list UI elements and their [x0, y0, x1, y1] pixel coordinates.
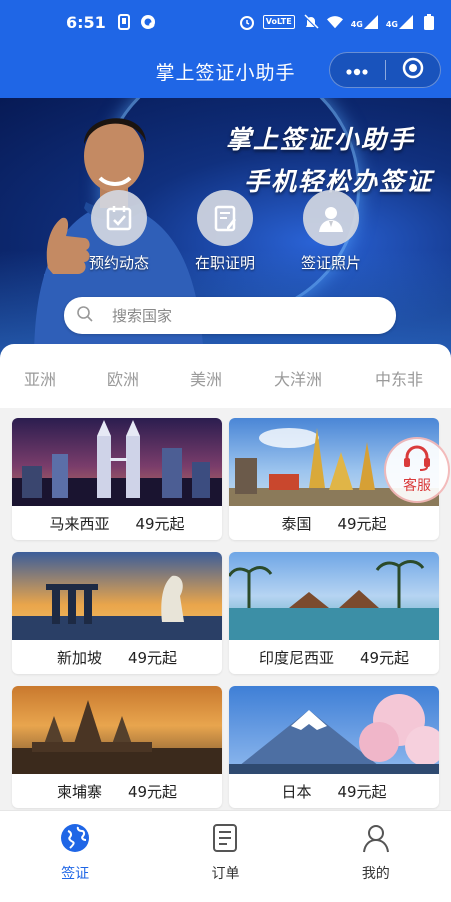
country-card-indonesia[interactable]: 印度尼西亚 49元起 [229, 552, 439, 674]
malaysia-image [12, 418, 222, 506]
wifi-icon [326, 14, 343, 30]
japan-image [229, 686, 439, 774]
service-label: 客服 [403, 478, 431, 494]
search-icon [76, 305, 94, 327]
singapore-image [12, 552, 222, 640]
tab-middle-east-africa[interactable]: 中东非 [375, 366, 423, 390]
tab-orders[interactable]: 订单 [150, 811, 300, 902]
country-card-japan[interactable]: 日本 49元起 [229, 686, 439, 808]
document-pen-icon [197, 190, 253, 246]
tab-asia[interactable]: 亚洲 [24, 366, 56, 390]
country-info: 日本 49元起 [229, 774, 439, 808]
user-icon [361, 823, 391, 857]
tab-oceania[interactable]: 大洋洲 [274, 366, 322, 390]
phone-storage-icon [116, 14, 132, 30]
close-miniprogram-button[interactable] [386, 53, 441, 87]
tab-europe[interactable]: 欧洲 [107, 366, 139, 390]
banner-slogan: 掌上签证小助手 手机轻松办签证 [226, 120, 433, 198]
nav-bar: 掌上签证小助手 [0, 44, 451, 98]
shortcut-visa-photo[interactable]: 签证照片 [286, 190, 376, 273]
status-bar: 6:51 VoLTE 4G 4G [0, 0, 451, 44]
volte-badge: VoLTE [262, 15, 295, 29]
alarm-icon [239, 14, 255, 30]
calendar-check-icon [91, 190, 147, 246]
tab-visa[interactable]: 签证 [0, 811, 150, 902]
customer-service-button[interactable]: 客服 [384, 437, 450, 503]
document-list-icon [212, 823, 238, 857]
search-placeholder: 搜索国家 [112, 307, 173, 325]
status-time: 6:51 [66, 12, 106, 32]
country-info: 柬埔寨 49元起 [12, 774, 222, 808]
country-name: 马来西亚 [49, 514, 110, 533]
q-app-icon [140, 14, 156, 30]
country-name: 泰国 [281, 514, 312, 533]
tab-americas[interactable]: 美洲 [190, 366, 222, 390]
country-info: 马来西亚 49元起 [12, 506, 222, 540]
shortcut-photo-label: 签证照片 [300, 254, 361, 272]
country-info: 新加坡 49元起 [12, 640, 222, 674]
country-name: 日本 [281, 782, 312, 801]
country-info: 泰国 49元起 [229, 506, 439, 540]
indonesia-image [229, 552, 439, 640]
country-card-cambodia[interactable]: 柬埔寨 49元起 [12, 686, 222, 808]
region-tabs: 亚洲 欧洲 美洲 大洋洲 中东非 [0, 344, 451, 408]
tab-me[interactable]: 我的 [301, 811, 451, 902]
country-info: 印度尼西亚 49元起 [229, 640, 439, 674]
country-name: 印度尼西亚 [258, 648, 334, 667]
battery-icon [421, 14, 437, 30]
bottom-tab-bar: 签证 订单 我的 [0, 810, 451, 902]
country-price: 49元起 [127, 648, 178, 667]
more-button[interactable] [330, 53, 385, 87]
slogan-line-1: 掌上签证小助手 [225, 125, 415, 154]
country-card-singapore[interactable]: 新加坡 49元起 [12, 552, 222, 674]
globe-icon [60, 823, 90, 857]
person-photo-icon [303, 190, 359, 246]
shortcut-appointment[interactable]: 预约动态 [74, 190, 164, 273]
country-name: 柬埔寨 [56, 782, 102, 801]
country-name: 新加坡 [56, 648, 102, 667]
tab-me-label: 我的 [361, 866, 390, 882]
more-dots-icon [345, 61, 369, 80]
shortcut-employment-label: 在职证明 [194, 254, 255, 272]
mute-icon [303, 14, 319, 30]
headset-icon [402, 445, 432, 475]
signal-2-icon: 4G [386, 15, 413, 29]
tab-orders-label: 订单 [211, 866, 240, 882]
mini-program-capsule [329, 52, 441, 88]
shortcut-appointment-label: 预约动态 [88, 254, 149, 272]
country-price: 49元起 [359, 648, 410, 667]
country-price: 49元起 [127, 782, 178, 801]
country-price: 49元起 [337, 782, 387, 801]
country-price: 49元起 [135, 514, 185, 533]
target-circle-icon [402, 57, 424, 83]
country-price: 49元起 [337, 514, 387, 533]
cambodia-image [12, 686, 222, 774]
signal-1-icon: 4G [351, 15, 378, 29]
country-card-malaysia[interactable]: 马来西亚 49元起 [12, 418, 222, 540]
shortcut-employment-proof[interactable]: 在职证明 [180, 190, 270, 273]
search-input[interactable]: 搜索国家 [64, 297, 396, 334]
tab-visa-label: 签证 [61, 866, 90, 882]
